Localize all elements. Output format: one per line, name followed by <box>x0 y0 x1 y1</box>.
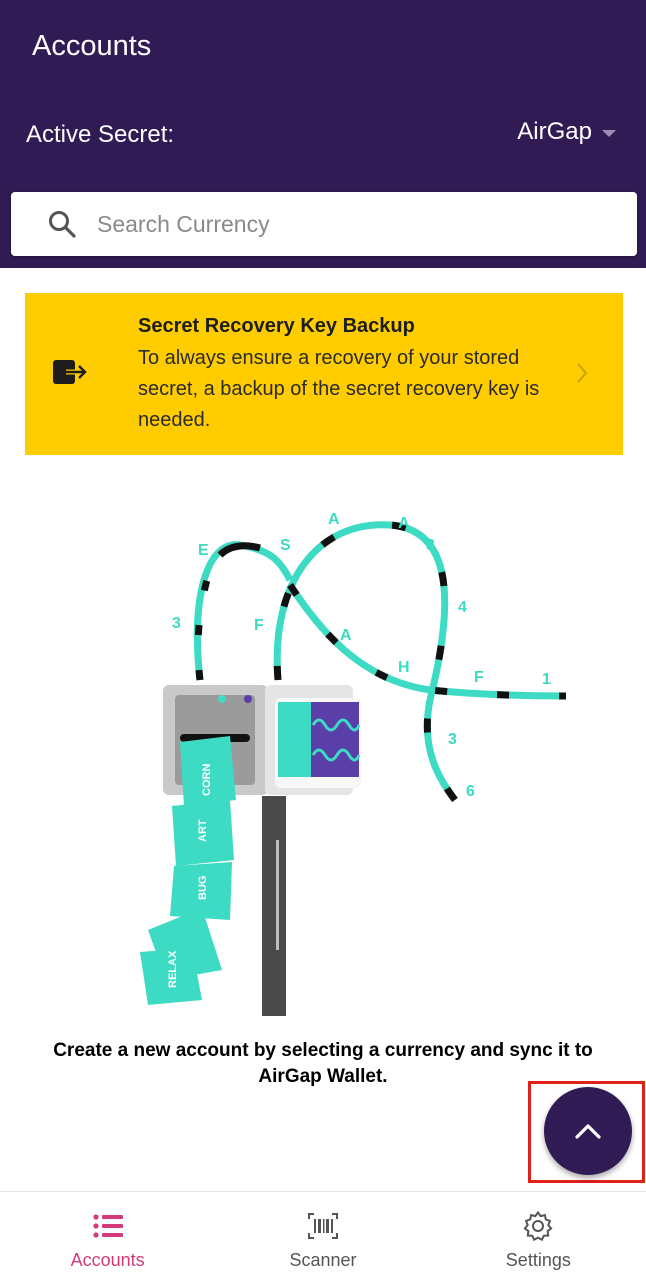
svg-text:BUG: BUG <box>197 876 209 900</box>
tab-label-accounts: Accounts <box>70 1250 145 1270</box>
svg-text:F: F <box>254 617 264 634</box>
svg-text:E: E <box>198 542 209 559</box>
chevron-right-icon <box>577 363 588 383</box>
svg-text:4: 4 <box>458 599 467 616</box>
page-title: Accounts <box>32 30 152 62</box>
bottom-tab-bar: Accounts Scanner Settings <box>0 1191 646 1280</box>
airgap-illustration: 3 E S F A A 8 4 A H F 1 3 6 CORN ART BUG RELAX <box>140 511 567 1016</box>
tab-scanner[interactable]: Scanner <box>215 1192 430 1280</box>
active-secret-select[interactable]: AirGap <box>517 118 616 146</box>
svg-text:A: A <box>340 627 352 644</box>
tab-label-settings: Settings <box>505 1250 571 1270</box>
barcode-icon <box>307 1213 338 1239</box>
search-bar <box>11 192 637 256</box>
active-secret-value: AirGap <box>517 118 592 145</box>
tab-accounts[interactable]: Accounts <box>0 1192 215 1280</box>
svg-text:F: F <box>474 669 484 686</box>
svg-text:S: S <box>280 537 291 554</box>
svg-text:6: 6 <box>466 783 475 800</box>
search-icon <box>49 211 76 238</box>
exit-to-app-icon <box>53 360 87 384</box>
svg-text:A: A <box>328 511 340 528</box>
gear-icon <box>523 1210 553 1242</box>
search-input[interactable] <box>97 204 617 244</box>
chevron-up-icon <box>575 1124 601 1139</box>
svg-text:CORN: CORN <box>201 764 213 796</box>
scroll-up-fab[interactable] <box>544 1087 632 1175</box>
caret-down-icon <box>602 130 616 137</box>
app-header: Accounts Active Secret: AirGap <box>0 0 646 268</box>
svg-text:3: 3 <box>172 615 181 632</box>
banner-title: Secret Recovery Key Backup <box>138 315 415 337</box>
svg-text:1: 1 <box>542 671 551 688</box>
banner-text: To always ensure a recovery of your stor… <box>138 347 540 431</box>
list-icon <box>93 1214 123 1238</box>
active-secret-label: Active Secret: <box>26 121 175 148</box>
svg-text:ART: ART <box>197 819 209 842</box>
tab-settings[interactable]: Settings <box>431 1192 646 1280</box>
svg-text:3: 3 <box>448 731 457 748</box>
backup-banner[interactable]: Secret Recovery Key Backup To always ens… <box>25 293 623 455</box>
svg-text:8: 8 <box>426 537 435 554</box>
svg-text:RELAX: RELAX <box>167 950 179 988</box>
svg-text:A: A <box>398 515 410 532</box>
tab-label-scanner: Scanner <box>289 1250 357 1270</box>
svg-text:H: H <box>398 659 410 676</box>
